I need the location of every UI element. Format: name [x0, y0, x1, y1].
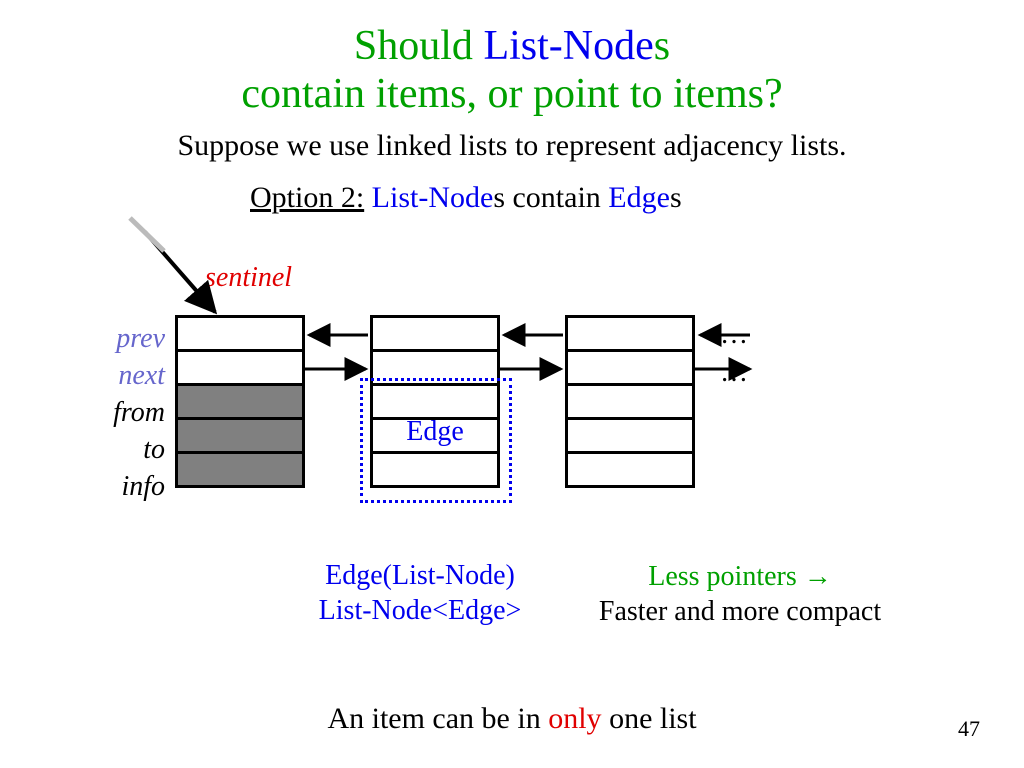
cell-next [175, 349, 305, 386]
bottom-c: one list [602, 702, 697, 735]
cell-from [175, 383, 305, 420]
cell-to [175, 417, 305, 454]
cell-prev [175, 315, 305, 352]
caption-less-pointers: Less pointers → Faster and more compact [570, 558, 910, 629]
bottom-only: only [548, 702, 601, 735]
cell-to [565, 417, 695, 454]
list-node-1 [175, 318, 305, 488]
list-node-3 [565, 318, 695, 488]
caption-right-line-2: Faster and more compact [570, 594, 910, 629]
label-prev: prev [75, 320, 165, 357]
caption-edge-list-node: Edge(List-Node) List-Node<Edge> [290, 558, 550, 628]
edge-inner-label: Edge [370, 416, 500, 448]
cell-next [565, 349, 695, 386]
bottom-statement: An item can be in only one list [0, 702, 1024, 736]
label-info: info [75, 468, 165, 505]
slide-title: Should List-Nodes contain items, or poin… [0, 0, 1024, 119]
title-word-should: Should [354, 23, 484, 69]
option2-listnode: List-Node [364, 181, 493, 214]
option2-edge: Edge [608, 181, 670, 214]
option2-text2: s [670, 181, 682, 214]
option2-text1: s contain [493, 181, 608, 214]
label-next: next [75, 357, 165, 394]
label-from: from [75, 394, 165, 431]
arrow-icon: → [804, 560, 832, 591]
caption-right-line-1: Less pointers → [570, 558, 910, 594]
caption-line-2: List-Node<Edge> [290, 593, 550, 628]
cell-info [175, 451, 305, 488]
ellipsis-prev: … [720, 316, 748, 354]
bottom-a: An item can be in [327, 702, 548, 735]
title-word-listnode: List-Node [483, 23, 653, 69]
ellipsis-group: … … [720, 316, 748, 392]
option2-label: Option 2: [250, 181, 364, 214]
title-word-s: s [654, 23, 670, 69]
cell-prev [565, 315, 695, 352]
label-to: to [75, 431, 165, 468]
cell-from [565, 383, 695, 420]
ellipsis-next: … [720, 354, 748, 392]
title-line2: contain items, or point to items? [241, 71, 782, 117]
caption-line-1: Edge(List-Node) [290, 558, 550, 593]
field-labels: prev next from to info [75, 320, 165, 505]
cell-info [565, 451, 695, 488]
page-number: 47 [958, 716, 980, 742]
less-pointers-text: Less pointers [648, 561, 804, 592]
subtitle: Suppose we use linked lists to represent… [0, 129, 1024, 163]
sentinel-label: sentinel [205, 262, 292, 294]
option2-line: Option 2: List-Nodes contain Edges [250, 181, 1024, 215]
cell-prev [370, 315, 500, 352]
